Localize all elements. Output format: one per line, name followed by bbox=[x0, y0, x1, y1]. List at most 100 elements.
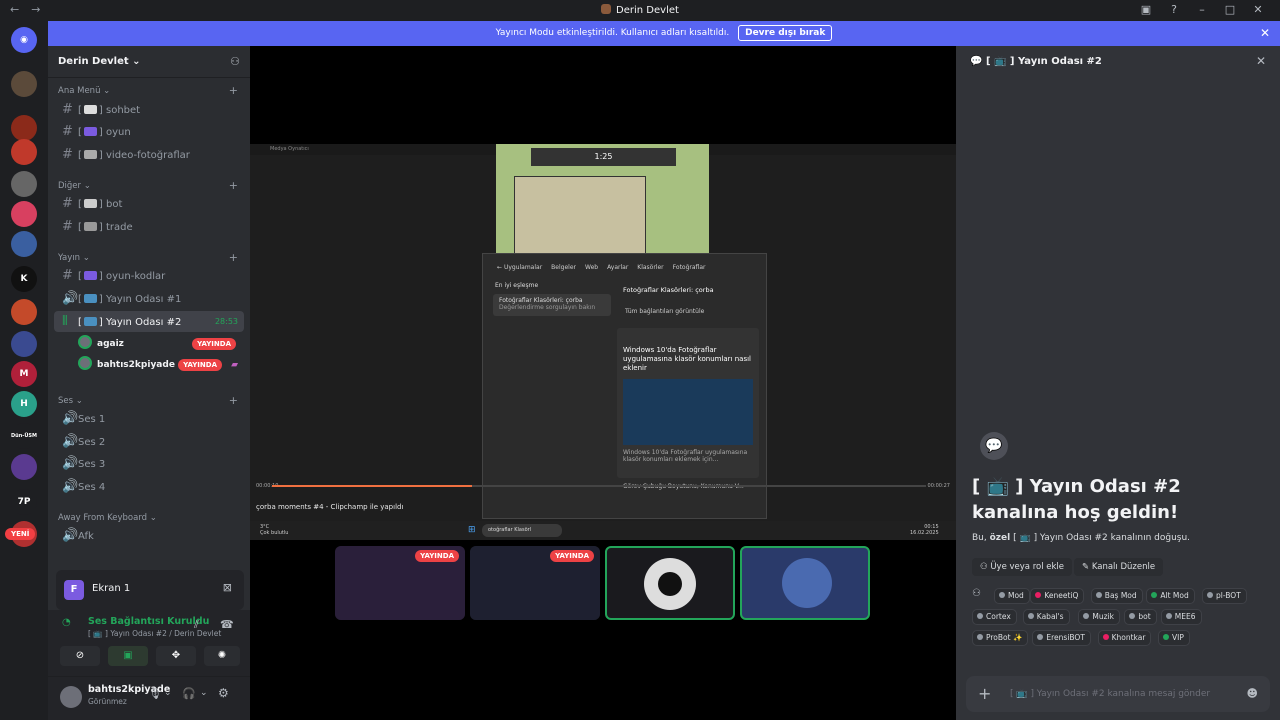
server-icon[interactable]: H bbox=[11, 391, 37, 417]
channel-ses-4[interactable]: 🔊Ses 4 bbox=[54, 476, 244, 497]
category-ses[interactable]: Ses ⌄ + bbox=[58, 394, 240, 407]
channel-afk[interactable]: 🔊Afk bbox=[54, 525, 244, 546]
windows-start-icon[interactable]: ⊞ bbox=[468, 525, 476, 535]
participant-tile-eye[interactable] bbox=[605, 546, 735, 620]
server-icon[interactable] bbox=[11, 171, 37, 197]
voice-status-subtitle[interactable]: [ 📺 ] Yayın Odası #2 / Derin Devlet bbox=[88, 629, 221, 638]
channel-yayin-odasi-2[interactable]: ⦀[] Yayın Odası #2 28:53 bbox=[54, 311, 244, 332]
channel-video-fotograflar[interactable]: #[] video-fotoğraflar bbox=[54, 144, 244, 165]
discord-home-icon[interactable]: ◉ bbox=[11, 27, 37, 53]
chevron-down-icon[interactable]: ⌄ bbox=[200, 688, 208, 698]
avatar[interactable] bbox=[60, 686, 82, 708]
voice-status-title[interactable]: Ses Bağlantısı Kuruldu bbox=[88, 616, 209, 627]
add-attachment-icon[interactable]: + bbox=[978, 676, 991, 712]
add-channel-icon[interactable]: + bbox=[229, 251, 238, 264]
gear-icon[interactable]: ⚙ bbox=[218, 686, 229, 700]
close-window-button[interactable]: ✕ bbox=[1244, 3, 1272, 16]
server-icon[interactable] bbox=[11, 139, 37, 165]
role-chip[interactable]: Mod bbox=[994, 588, 1030, 604]
minimize-button[interactable]: – bbox=[1188, 3, 1216, 16]
channel-sohbet[interactable]: #[] sohbet bbox=[54, 99, 244, 120]
role-chip[interactable]: MEE6 bbox=[1160, 609, 1202, 625]
category-diger[interactable]: Diğer ⌄ + bbox=[58, 179, 240, 192]
add-channel-icon[interactable]: + bbox=[229, 179, 238, 192]
add-member-button[interactable]: ⚇ Üye veya rol ekle bbox=[972, 558, 1073, 576]
channel-yayin-odasi-1[interactable]: 🔊[] Yayın Odası #1 bbox=[54, 288, 244, 309]
inbox-icon[interactable]: ▣ bbox=[1132, 3, 1160, 16]
add-channel-icon[interactable]: + bbox=[229, 394, 238, 407]
stop-share-icon[interactable]: ⊠ bbox=[223, 581, 232, 594]
activities-icon[interactable]: ✥ bbox=[156, 646, 196, 666]
category-afk[interactable]: Away From Keyboard ⌄ bbox=[58, 513, 240, 523]
role-chip[interactable]: Cortex bbox=[972, 609, 1017, 625]
search-tab[interactable]: Uygulamalar bbox=[504, 264, 542, 271]
server-name-header[interactable]: Derin Devlet ⌄ ⚇ bbox=[48, 46, 250, 78]
server-icon[interactable]: 7P bbox=[11, 489, 37, 515]
best-match-result[interactable]: Fotoğraflar Klasörleri: çorba Değerlendi… bbox=[493, 294, 611, 316]
channel-oyun[interactable]: #[] oyun bbox=[54, 121, 244, 142]
screen-share-icon[interactable]: ▣ bbox=[108, 646, 148, 666]
weather-widget[interactable]: 3°C Çok bulutlu bbox=[260, 524, 288, 536]
noise-suppression-icon[interactable]: ⫽ bbox=[194, 618, 199, 632]
role-chip[interactable]: Alt Mod bbox=[1146, 588, 1195, 604]
server-icon[interactable] bbox=[11, 299, 37, 325]
disconnect-icon[interactable]: ☎ bbox=[220, 618, 234, 631]
role-chip[interactable]: Kabal's bbox=[1022, 609, 1070, 625]
role-chip[interactable]: VIP bbox=[1158, 630, 1190, 646]
role-chip[interactable]: ErensiBOT bbox=[1032, 630, 1091, 646]
maximize-button[interactable]: □ bbox=[1216, 3, 1244, 16]
headphones-icon[interactable]: 🎧 bbox=[182, 687, 196, 700]
soundboard-icon[interactable]: ✺ bbox=[204, 646, 240, 666]
video-timeline[interactable]: 00:00:10 00:00:27 bbox=[250, 480, 956, 492]
camera-off-icon[interactable]: ⊘ bbox=[60, 646, 100, 666]
role-chip[interactable]: pl-BOT bbox=[1202, 588, 1247, 604]
web-result-card[interactable]: Windows 10'da Fotoğraflar uygulamasına k… bbox=[617, 328, 759, 478]
search-tab[interactable]: Ayarlar bbox=[607, 264, 628, 271]
server-icon[interactable]: Dün-ÜSM bbox=[11, 423, 37, 449]
chevron-down-icon[interactable]: ⌄ bbox=[164, 688, 172, 698]
channel-ses-3[interactable]: 🔊Ses 3 bbox=[54, 453, 244, 474]
participant-tile-user[interactable] bbox=[740, 546, 870, 620]
search-tab[interactable]: Web bbox=[585, 264, 598, 271]
help-icon[interactable]: ? bbox=[1160, 3, 1188, 16]
role-chip[interactable]: Khontkar bbox=[1097, 630, 1152, 646]
role-chip[interactable]: Baş Mod bbox=[1090, 588, 1143, 604]
new-unreads-pill[interactable]: YENİ bbox=[5, 528, 36, 540]
server-icon[interactable] bbox=[11, 71, 37, 97]
search-tab[interactable]: Klasörler bbox=[637, 264, 663, 271]
server-icon[interactable] bbox=[11, 231, 37, 257]
edit-channel-button[interactable]: ✎ Kanalı Düzenle bbox=[1074, 558, 1164, 576]
server-icon[interactable] bbox=[11, 201, 37, 227]
channel-oyun-kodlar[interactable]: #[] oyun-kodlar bbox=[54, 265, 244, 286]
server-icon[interactable]: K bbox=[11, 266, 37, 292]
voice-user-agaiz[interactable]: agaiz YAYINDA bbox=[78, 334, 242, 354]
search-tab[interactable]: Fotoğraflar bbox=[673, 264, 706, 271]
voice-user-bahtis2kpiyade[interactable]: bahtıs2kpiyade YAYINDA ▰ bbox=[78, 355, 242, 375]
emoji-icon[interactable]: ☻ bbox=[1247, 676, 1258, 712]
message-composer[interactable]: + [ 📺 ] Yayın Odası #2 kanalına mesaj gö… bbox=[966, 676, 1270, 712]
role-chip[interactable]: ProBot ✨ bbox=[972, 630, 1029, 646]
disable-streamer-mode-button[interactable]: Devre dışı bırak bbox=[738, 25, 833, 41]
invite-people-icon[interactable]: ⚇ bbox=[230, 55, 240, 68]
add-channel-icon[interactable]: + bbox=[229, 84, 238, 97]
category-ana-menu[interactable]: Ana Menü ⌄ + bbox=[58, 84, 240, 97]
channel-bot[interactable]: #[] bot bbox=[54, 193, 244, 214]
role-chip[interactable]: KeneetiQ bbox=[1030, 588, 1085, 604]
taskbar-search[interactable]: otoğraflar Klasörl bbox=[482, 524, 562, 537]
stream-thumbnail-1[interactable]: YAYINDA bbox=[335, 546, 465, 620]
category-yayin[interactable]: Yayın ⌄ + bbox=[58, 251, 240, 264]
close-icon[interactable]: ✕ bbox=[1260, 21, 1270, 46]
server-icon[interactable] bbox=[11, 115, 37, 141]
mute-icon[interactable]: 🎙 bbox=[148, 687, 162, 700]
server-icon[interactable]: M bbox=[11, 361, 37, 387]
server-icon[interactable] bbox=[11, 454, 37, 480]
search-tab[interactable]: Belgeler bbox=[551, 264, 576, 271]
server-icon[interactable] bbox=[11, 331, 37, 357]
stream-thumbnail-2[interactable]: YAYINDA bbox=[470, 546, 600, 620]
channel-trade[interactable]: #[] trade bbox=[54, 216, 244, 237]
channel-ses-1[interactable]: 🔊Ses 1 bbox=[54, 408, 244, 429]
timeline-track[interactable] bbox=[272, 485, 926, 487]
role-chip[interactable]: Muzik bbox=[1078, 609, 1120, 625]
channel-ses-2[interactable]: 🔊Ses 2 bbox=[54, 431, 244, 452]
close-icon[interactable]: ✕ bbox=[1256, 54, 1266, 68]
